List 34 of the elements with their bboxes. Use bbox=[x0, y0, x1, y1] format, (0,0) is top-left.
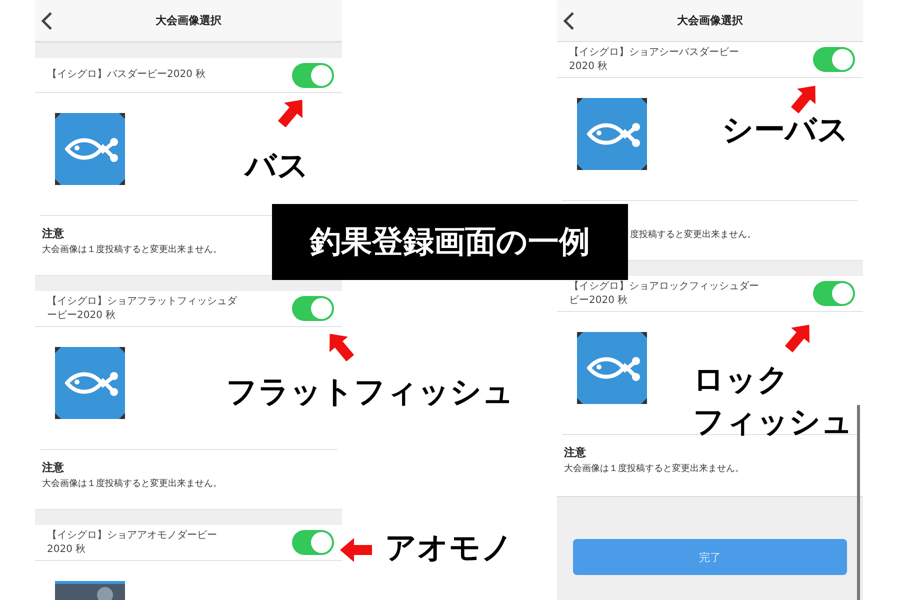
note-text: 大会画像は１度投稿すると変更出来ません。 bbox=[42, 245, 222, 255]
tournament-title: 【イシグロ】ショアフラットフィッシュダービー2020 秋 bbox=[47, 295, 237, 322]
caption-banner: 釣果登録画面の一例 bbox=[272, 204, 628, 280]
fish-icon[interactable] bbox=[577, 332, 647, 404]
tournament-title: 【イシグロ】バスダービー2020 秋 bbox=[47, 68, 207, 82]
toggle-switch[interactable] bbox=[292, 296, 334, 321]
back-icon[interactable] bbox=[41, 11, 53, 31]
note-heading: 注意 bbox=[42, 226, 65, 242]
scrollbar[interactable] bbox=[857, 405, 860, 600]
done-button[interactable]: 完了 bbox=[573, 539, 847, 575]
annotation-label: フラットフィッシュ bbox=[226, 373, 514, 412]
annotation-label: アオモノ bbox=[385, 529, 513, 568]
annotation-label: ロック フィッシュ bbox=[693, 361, 853, 442]
note-heading: 注意 bbox=[564, 445, 587, 461]
tournament-title: 【イシグロ】ショアシーバスダービー2020 秋 bbox=[569, 46, 740, 73]
annotation-label: シーバス bbox=[722, 111, 849, 150]
tournament-title: 【イシグロ】ショアアオモノダービー2020 秋 bbox=[47, 529, 218, 556]
toggle-switch[interactable] bbox=[292, 530, 334, 555]
screen-title: 大会画像選択 bbox=[156, 13, 222, 28]
note-text: 大会画像は１度投稿すると変更出来ません。 bbox=[42, 479, 222, 489]
toggle-switch[interactable] bbox=[813, 47, 855, 72]
fish-icon[interactable] bbox=[577, 98, 647, 170]
note-text: 度投稿すると変更出来ません。 bbox=[630, 230, 756, 240]
toggle-switch[interactable] bbox=[813, 281, 855, 306]
note-text: 大会画像は１度投稿すると変更出来ません。 bbox=[564, 464, 744, 474]
fish-icon[interactable] bbox=[55, 113, 125, 185]
screen-title: 大会画像選択 bbox=[677, 13, 743, 28]
fish-icon[interactable] bbox=[55, 347, 125, 419]
tournament-title: 【イシグロ】ショアロックフィッシュダービー2020 秋 bbox=[569, 280, 759, 307]
note-heading: 注意 bbox=[42, 460, 65, 476]
toggle-switch[interactable] bbox=[292, 62, 334, 88]
back-icon[interactable] bbox=[563, 11, 575, 31]
arrow-icon bbox=[340, 538, 372, 562]
annotation-label: バス bbox=[245, 147, 309, 186]
